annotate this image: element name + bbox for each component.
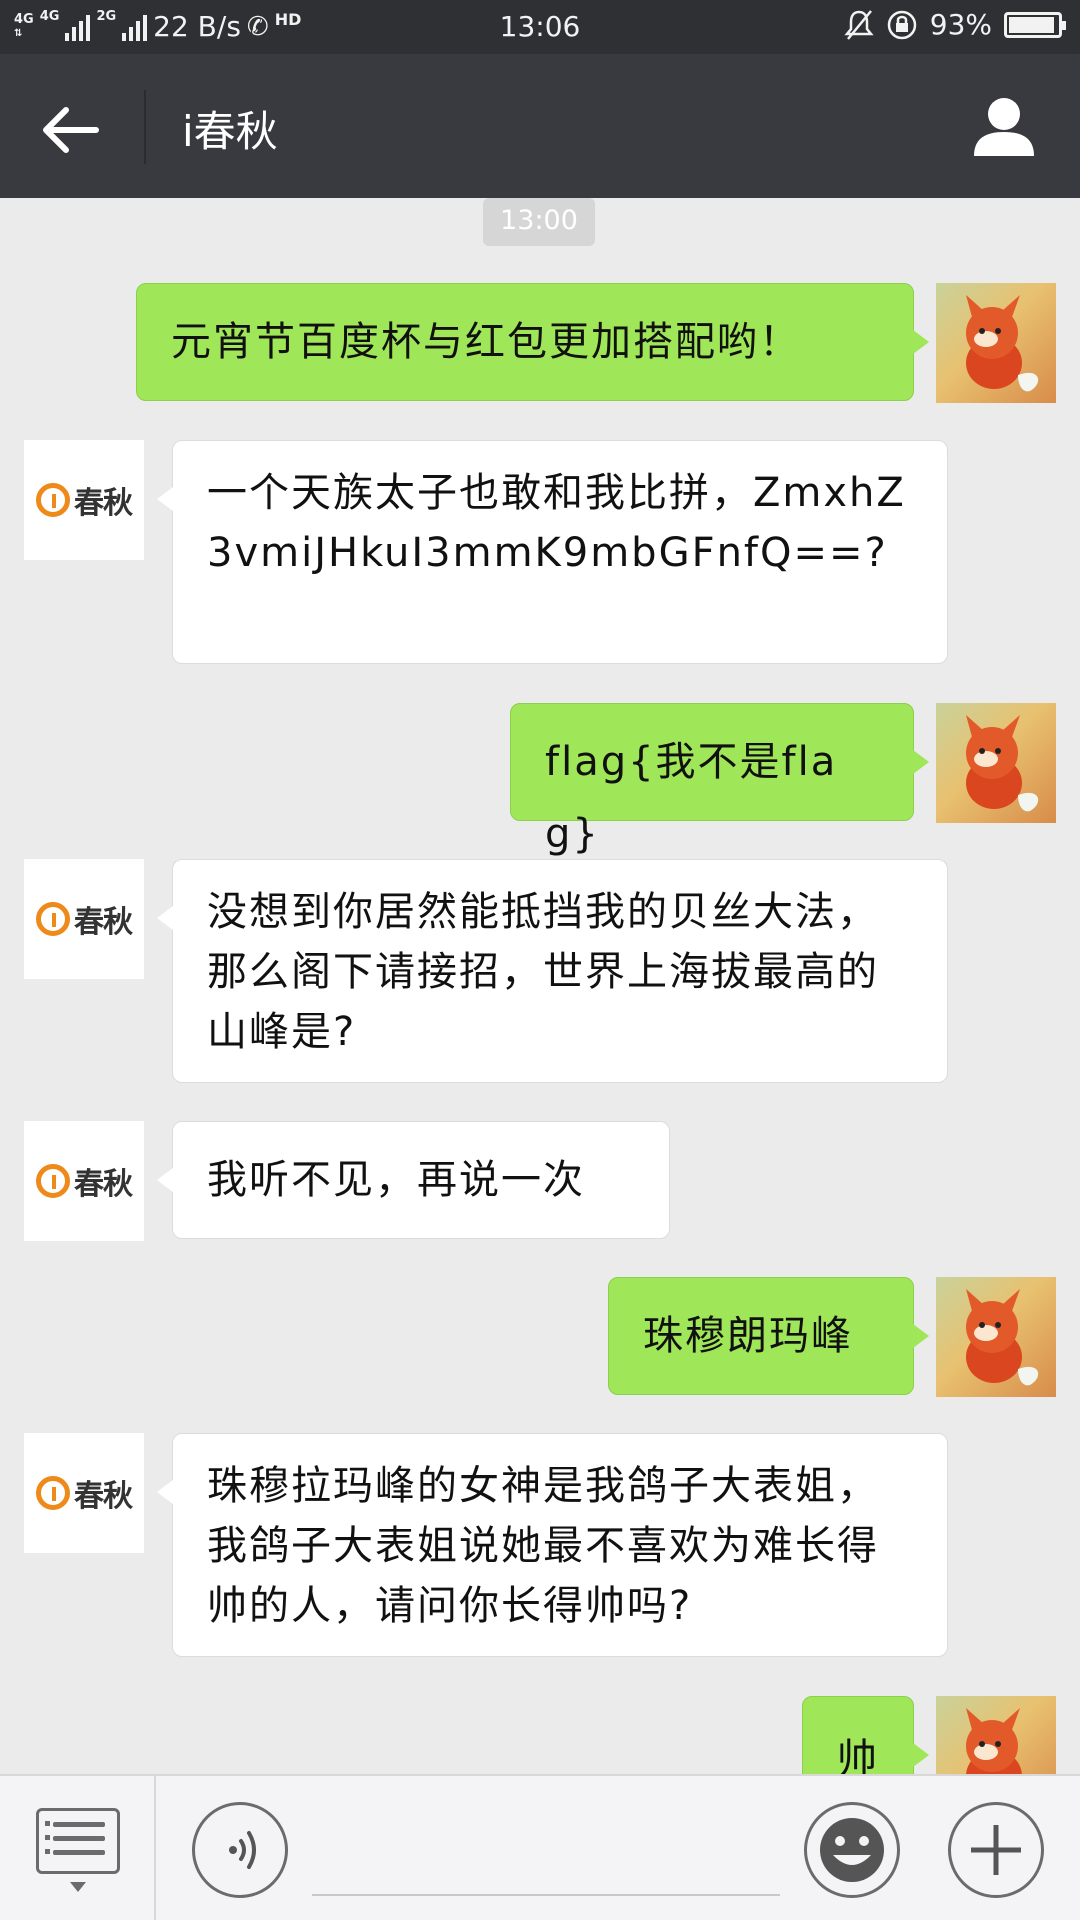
message-bubble-them[interactable]: 没想到你居然能抵挡我的贝丝大法，那么阁下请接招，世界上海拔最高的山峰是? bbox=[157, 859, 948, 1083]
ichunqiu-logo-icon bbox=[36, 902, 70, 936]
message-bubble-me[interactable]: 珠穆朗玛峰 bbox=[608, 1277, 929, 1395]
input-bar bbox=[0, 1774, 1080, 1920]
battery-icon bbox=[1004, 11, 1066, 38]
my-avatar[interactable] bbox=[936, 1696, 1056, 1774]
contact-avatar[interactable]: 春秋 bbox=[24, 1433, 144, 1553]
title-divider bbox=[144, 90, 146, 164]
message-input[interactable] bbox=[312, 1894, 780, 1896]
battery-fill bbox=[1009, 16, 1054, 33]
fox-avatar-icon bbox=[966, 1289, 1039, 1386]
message-bubble-them[interactable]: 珠穆拉玛峰的女神是我鸽子大表姐，我鸽子大表姐说她最不喜欢为难长得帅的人，请问你长… bbox=[157, 1433, 948, 1657]
my-avatar[interactable] bbox=[936, 703, 1056, 823]
contact-avatar[interactable]: 春秋 bbox=[24, 1121, 144, 1241]
ichunqiu-logo-icon bbox=[36, 1164, 70, 1198]
lock-rotation-icon bbox=[887, 10, 917, 39]
emoji-icon bbox=[820, 1818, 884, 1882]
message-bubble-me[interactable]: 元宵节百度杯与红包更加搭配哟！ bbox=[136, 283, 929, 401]
profile-button[interactable] bbox=[968, 92, 1040, 164]
caret-down-icon bbox=[70, 1882, 86, 1892]
chat-area[interactable]: 13:00 元宵节百度杯与红包更加搭配哟！ 春秋 一个天族太子也敢和我比拼，Zm… bbox=[0, 198, 1080, 1774]
fox-avatar-icon bbox=[966, 715, 1039, 812]
fox-avatar-icon bbox=[966, 295, 1039, 392]
ichunqiu-logo-icon bbox=[36, 483, 70, 517]
status-right: 93% bbox=[844, 8, 1066, 41]
chat-title: i春秋 bbox=[182, 107, 278, 156]
title-bar: i春秋 bbox=[0, 54, 1080, 198]
message-bubble-me[interactable]: 帅 bbox=[802, 1696, 929, 1774]
voice-button[interactable] bbox=[192, 1802, 288, 1898]
my-avatar[interactable] bbox=[936, 283, 1056, 403]
message-bubble-them[interactable]: 一个天族太子也敢和我比拼，ZmxhZ3vmiJHkuI3mmK9mbGFnfQ=… bbox=[157, 440, 948, 664]
contact-avatar[interactable]: 春秋 bbox=[24, 859, 144, 979]
battery-percent: 93% bbox=[929, 8, 992, 41]
back-arrow-icon bbox=[43, 107, 99, 153]
chat-timestamp: 13:00 bbox=[483, 198, 595, 246]
contact-avatar[interactable]: 春秋 bbox=[24, 440, 144, 560]
input-bar-divider bbox=[154, 1776, 156, 1920]
message-bubble-them[interactable]: 我听不见，再说一次 bbox=[157, 1121, 670, 1239]
plus-icon bbox=[971, 1825, 1021, 1875]
person-icon bbox=[974, 98, 1034, 156]
voice-icon bbox=[229, 1831, 256, 1869]
fox-avatar-icon bbox=[966, 1708, 1022, 1774]
message-bubble-me[interactable]: flag{我不是flag} bbox=[510, 703, 929, 857]
status-bar: 4G ⇅ 4G 2G 22 B/s ✆ HD 13:06 93% bbox=[0, 0, 1080, 54]
back-button[interactable] bbox=[36, 94, 108, 166]
ichunqiu-logo-icon bbox=[36, 1476, 70, 1510]
emoji-button[interactable] bbox=[804, 1802, 900, 1898]
mute-icon bbox=[844, 9, 874, 40]
my-avatar[interactable] bbox=[936, 1277, 1056, 1397]
menu-toggle-button[interactable] bbox=[36, 1808, 120, 1874]
more-options-button[interactable] bbox=[948, 1802, 1044, 1898]
